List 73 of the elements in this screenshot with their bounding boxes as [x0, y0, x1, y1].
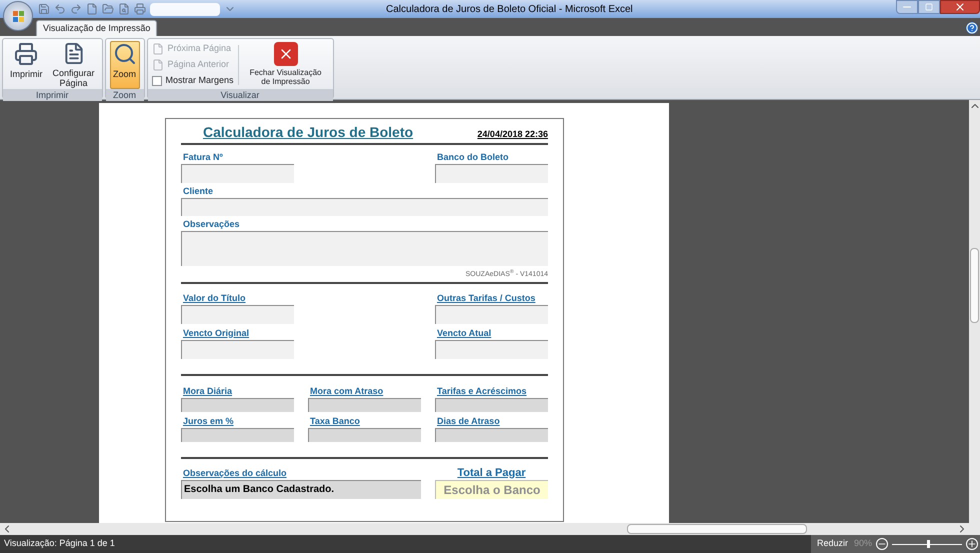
ribbon-button[interactable]: Fechar Visualização de Impressão [242, 41, 329, 89]
field-label: Taxa Banco [309, 416, 361, 426]
input-field[interactable] [181, 398, 294, 412]
field-label: Valor do Título [182, 292, 246, 304]
input-field[interactable] [435, 164, 548, 183]
status-text: Visualização: Página 1 de 1 [3, 537, 115, 550]
input-field[interactable] [181, 304, 294, 324]
field-label: Mora Diária [182, 386, 234, 396]
zoom-minus-icon[interactable] [876, 538, 888, 550]
ribbon-button[interactable]: Imprimir [7, 41, 46, 89]
field-label: Vencto Original [182, 328, 250, 338]
vertical-scrollbar[interactable] [969, 100, 980, 535]
ribbon-button[interactable]: Zoom [110, 41, 140, 89]
input-field[interactable] [181, 231, 548, 266]
close-icon [954, 1, 966, 13]
field-label: Fatura Nº [182, 152, 224, 163]
field-label: Juros em % [182, 416, 235, 426]
field-label: Cliente [182, 186, 214, 197]
field-label: Observações [182, 219, 241, 230]
undo-icon[interactable] [54, 3, 66, 15]
save-icon[interactable] [38, 3, 50, 15]
input-field[interactable]: Escolha um Banco Cadastrado. [181, 480, 421, 498]
field-label: Vencto Atual [436, 328, 492, 338]
close-button[interactable] [940, 0, 980, 14]
ribbon-tab[interactable]: Visualização de Impressão [36, 20, 158, 36]
field-label: Mora com Atraso [309, 386, 384, 396]
input-field[interactable] [181, 340, 294, 358]
zoom-plus-icon[interactable] [966, 538, 978, 550]
zoom-out-button[interactable]: Reduzir [814, 537, 850, 551]
office-button[interactable] [3, 1, 33, 31]
field-label: Total a Pagar [456, 468, 527, 478]
input-field[interactable] [435, 428, 548, 442]
ribbon-button[interactable]: Configurar Página [50, 41, 98, 89]
input-field[interactable] [435, 398, 548, 412]
printer-icon [14, 42, 38, 66]
margins-checkbox[interactable]: Mostrar Margens [152, 73, 234, 88]
input-field[interactable] [435, 304, 548, 324]
input-field[interactable] [181, 164, 294, 183]
input-field[interactable] [308, 398, 421, 412]
field-label: Banco do Boleto [436, 152, 510, 163]
help-icon[interactable] [966, 22, 978, 34]
new-file-icon[interactable] [86, 3, 98, 15]
horizontal-scrollbar[interactable] [0, 523, 969, 535]
window-title: Calculadora de Juros de Boleto Oficial - Microsoft Excel [386, 2, 633, 16]
maximize-button[interactable] [918, 0, 940, 14]
date-time: 24/04/2018 22:36 [477, 128, 548, 140]
group-label: Zoom [106, 89, 144, 101]
scroll-thumb[interactable] [970, 248, 979, 323]
preview-icon[interactable] [118, 3, 130, 15]
input-field[interactable] [435, 340, 548, 358]
redo-icon[interactable] [70, 3, 82, 15]
field-label: Dias de Atraso [436, 416, 501, 426]
folder-icon[interactable] [102, 3, 114, 15]
form-title: Calculadora de Juros de Boleto [203, 123, 414, 141]
page-icon [152, 58, 164, 70]
minimize-button[interactable] [896, 0, 918, 14]
field-label: Tarifas e Acréscimos [436, 386, 528, 396]
restore-icon [925, 3, 933, 11]
printer-icon[interactable] [134, 3, 146, 15]
field-label: Observações do cálculo [182, 468, 288, 478]
magnifier-icon [112, 42, 136, 66]
zoom-value: 90% [854, 537, 872, 550]
quick-access-field[interactable] [150, 2, 220, 16]
page-icon [152, 42, 164, 54]
group-label: Imprimir [3, 89, 102, 101]
group-label: Visualizar [148, 89, 333, 101]
close-icon [274, 42, 298, 66]
input-field[interactable] [181, 198, 548, 216]
input-field[interactable] [308, 428, 421, 442]
zoom-slider[interactable] [892, 540, 962, 548]
input-field[interactable] [181, 428, 294, 442]
scroll-thumb[interactable] [627, 524, 807, 534]
field-label: Outras Tarifas / Custos [436, 292, 536, 304]
